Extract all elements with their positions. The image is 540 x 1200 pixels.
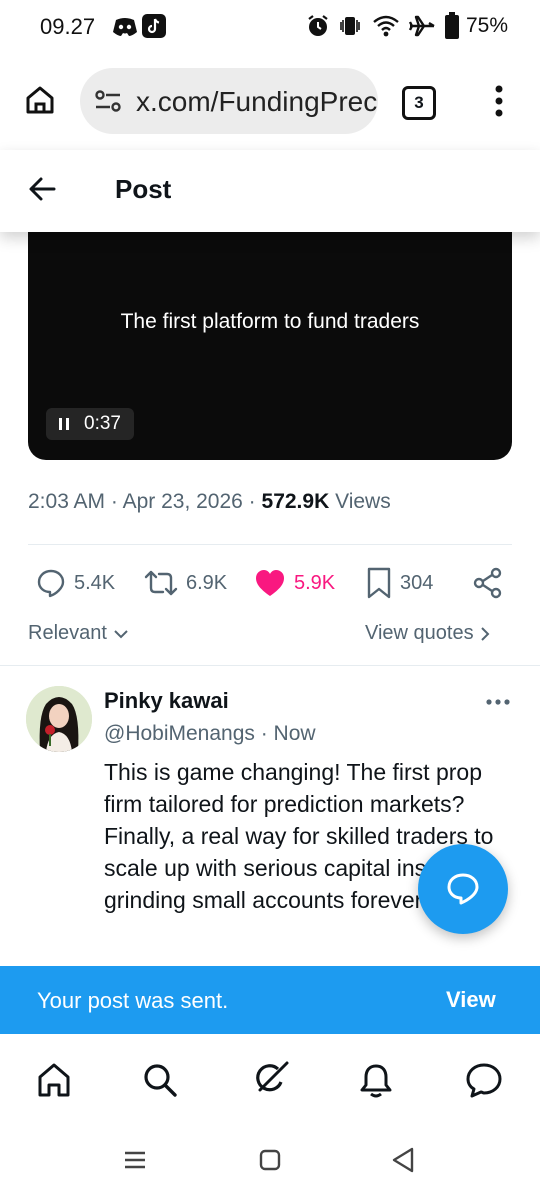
pause-icon[interactable] [58, 417, 70, 431]
nav-messages[interactable] [462, 1058, 506, 1102]
sort-label: Relevant [28, 622, 107, 644]
nav-notifications[interactable] [354, 1058, 398, 1102]
toast-notification: Your post was sent. View [0, 966, 540, 1034]
meta-separator: · [242, 490, 262, 513]
bookmark-button[interactable]: 304 [366, 566, 433, 600]
browser-toolbar: x.com/FundingPrec 3 [0, 56, 540, 151]
repost-count: 6.9K [186, 571, 228, 594]
bottom-nav [0, 1034, 540, 1124]
status-bar: 09.27 75% [0, 0, 540, 56]
more-options-icon[interactable] [486, 698, 510, 706]
repost-icon [144, 570, 178, 596]
battery-percent: 75% [466, 14, 509, 37]
repost-button[interactable]: 6.9K [144, 566, 227, 600]
views-label: Views [329, 490, 391, 513]
home-icon[interactable] [24, 84, 56, 116]
grok-icon [256, 1061, 289, 1092]
video-duration: 0:37 [84, 413, 121, 434]
bell-icon [360, 1064, 392, 1098]
reply-icon [37, 569, 65, 598]
messages-icon [466, 1063, 502, 1098]
video-time-badge[interactable]: 0:37 [46, 408, 134, 440]
bookmark-icon [367, 567, 391, 599]
reply-button[interactable]: 5.4K [36, 566, 115, 600]
like-count: 5.9K [294, 571, 336, 594]
wifi-icon [372, 14, 400, 38]
share-button[interactable] [472, 566, 504, 600]
tab-switcher-button[interactable]: 3 [402, 86, 436, 120]
chat-bubble-icon [447, 873, 479, 905]
tiktok-icon [142, 14, 166, 38]
home-icon [38, 1063, 70, 1097]
nav-grok[interactable] [248, 1058, 292, 1102]
airplane-icon [408, 14, 436, 38]
toast-message: Your post was sent. [37, 988, 229, 1013]
share-icon [473, 567, 502, 599]
video-caption: The first platform to fund traders [120, 310, 420, 333]
compose-reply-button[interactable] [418, 844, 508, 934]
system-nav-bar [0, 1124, 540, 1200]
view-quotes-link[interactable]: View quotes [365, 622, 491, 645]
back-arrow-icon[interactable] [28, 176, 56, 202]
search-icon [144, 1064, 177, 1097]
vibrate-icon [338, 14, 362, 38]
post-time: 2:03 AM [28, 490, 106, 513]
post-meta: 2:03 AM · Apr 23, 2026 · 572.9K Views [28, 490, 391, 514]
reply-author-name[interactable]: Pinky kawai [104, 688, 229, 714]
menu-dots-icon[interactable] [492, 84, 506, 118]
views-count[interactable]: 572.9K [262, 490, 330, 513]
home-button-icon[interactable] [258, 1148, 282, 1172]
discord-icon [112, 16, 138, 38]
url-text: x.com/FundingPrec [136, 86, 378, 117]
divider [0, 665, 540, 666]
nav-home[interactable] [32, 1058, 76, 1102]
post-header: Post [0, 150, 540, 232]
battery-icon [444, 12, 460, 40]
reply-handle[interactable]: @HobiMenangs · Now [104, 722, 316, 746]
chevron-right-icon [481, 627, 490, 641]
sort-dropdown[interactable]: Relevant [28, 622, 129, 645]
avatar[interactable] [26, 686, 92, 752]
video-player[interactable]: The first platform to fund traders 0:37 [28, 200, 512, 460]
divider [28, 544, 512, 545]
toast-view-button[interactable]: View [446, 987, 496, 1013]
meta-separator: · [105, 490, 123, 513]
page-title: Post [115, 174, 172, 204]
status-time: 09.27 [40, 14, 96, 39]
chevron-down-icon [113, 630, 128, 639]
alarm-icon [306, 14, 330, 38]
like-button[interactable]: 5.9K [254, 566, 335, 600]
nav-search[interactable] [138, 1058, 182, 1102]
url-bar[interactable]: x.com/FundingPrec [80, 68, 378, 134]
view-quotes-label: View quotes [365, 622, 474, 644]
heart-filled-icon [256, 570, 284, 596]
site-settings-icon[interactable] [94, 89, 122, 113]
recents-icon[interactable] [123, 1148, 147, 1172]
reply-count: 5.4K [74, 571, 116, 594]
back-triangle-icon[interactable] [390, 1146, 416, 1174]
post-date[interactable]: Apr 23, 2026 [123, 490, 243, 513]
bookmark-count: 304 [400, 571, 434, 594]
